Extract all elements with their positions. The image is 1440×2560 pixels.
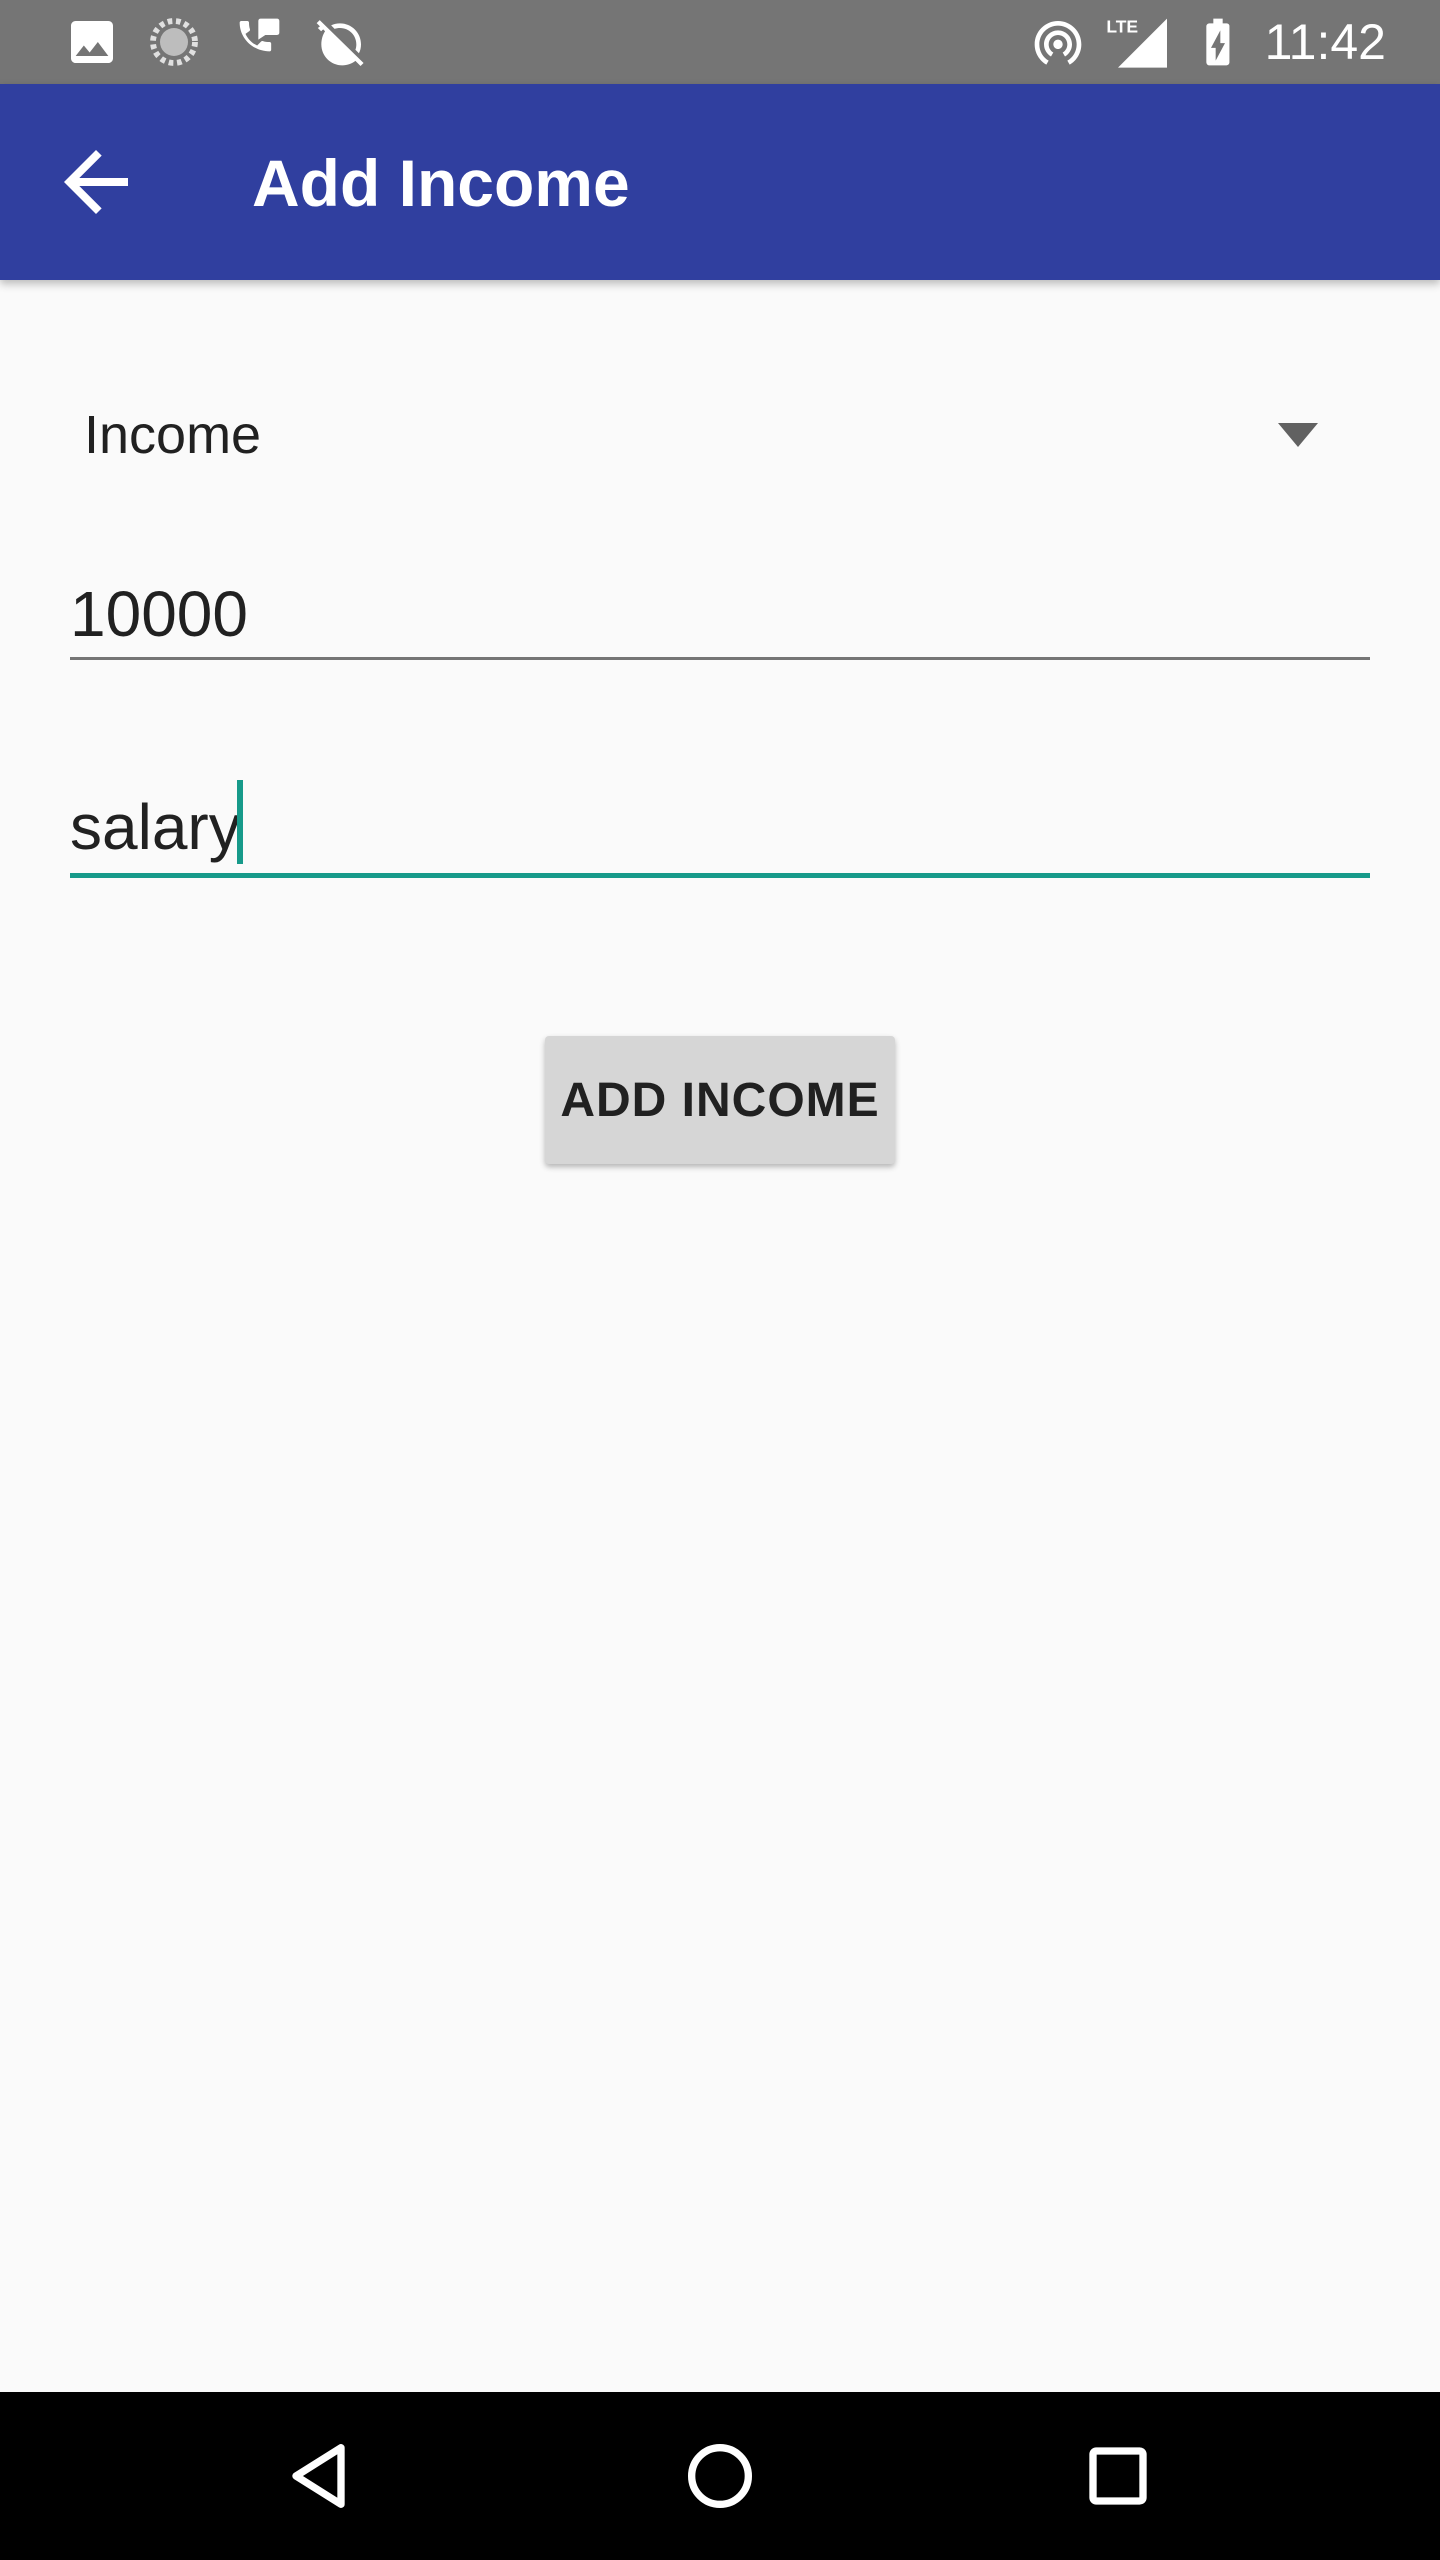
lte-signal-icon: LTE [1106,17,1167,68]
back-arrow-icon[interactable] [48,134,144,230]
nav-home-icon[interactable] [680,2436,760,2516]
navigation-bar [0,2392,1440,2560]
gallery-icon [71,21,113,63]
add-income-button[interactable]: ADD INCOME [545,1036,895,1164]
svg-text:LTE: LTE [1106,17,1138,37]
note-field-container [70,780,1370,878]
nav-back-icon[interactable] [281,2436,361,2516]
category-spinner[interactable]: Income [70,385,1370,485]
text-cursor [237,780,243,864]
amount-input[interactable] [70,570,1370,657]
page-title: Add Income [252,146,630,220]
status-time: 11:42 [1264,14,1386,70]
call-chat-icon [239,18,280,52]
battery-charging-icon [1206,18,1230,66]
nav-recents-icon[interactable] [1078,2436,1158,2516]
status-bar: LTE 11:42 [0,0,1440,84]
dropdown-arrow-icon [1278,423,1318,447]
amount-field-container [70,570,1370,660]
category-spinner-value: Income [84,405,262,465]
alarm-off-icon [316,20,364,67]
app-bar: Add Income [0,84,1440,280]
loading-icon [150,18,198,66]
note-input[interactable] [70,780,1370,873]
hotspot-icon [1034,21,1082,65]
